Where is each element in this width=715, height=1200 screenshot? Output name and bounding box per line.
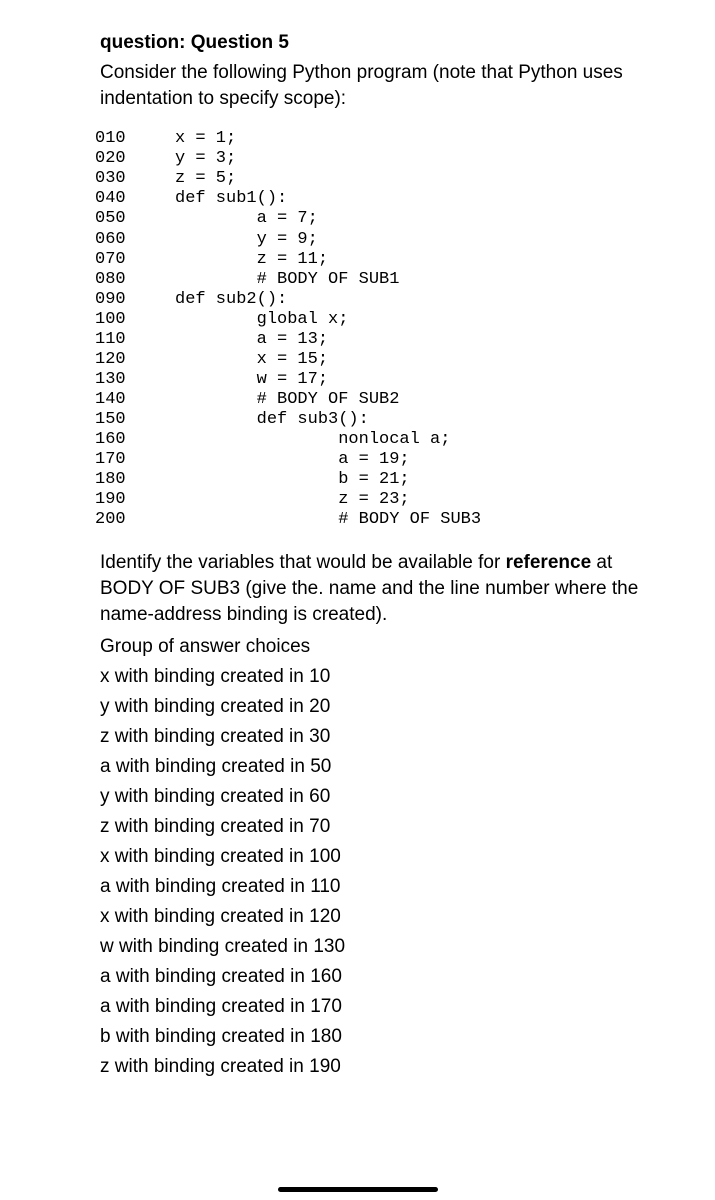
code-text: y = 9; [175,230,318,249]
code-text: # BODY OF SUB3 [175,510,481,529]
code-text: def sub3(): [175,410,369,429]
answer-choice[interactable]: z with binding created in 190 [100,1052,665,1082]
prompt-part-1: Identify the variables that would be ava… [100,552,506,573]
home-indicator [278,1187,438,1192]
code-line: 030z = 5; [95,169,665,189]
code-line: 110 a = 13; [95,330,665,350]
line-number: 020 [95,149,175,169]
choices-list: x with binding created in 10y with bindi… [100,662,665,1082]
code-line: 140 # BODY OF SUB2 [95,390,665,410]
code-line: 200 # BODY OF SUB3 [95,510,665,530]
line-number: 080 [95,270,175,290]
code-line: 100 global x; [95,310,665,330]
code-block: 010x = 1;020y = 3;030z = 5;040def sub1()… [95,129,665,530]
question-intro: Consider the following Python program (n… [100,60,665,111]
question-title: Question 5 [191,32,289,53]
answer-choice[interactable]: w with binding created in 130 [100,932,665,962]
choices-heading: Group of answer choices [100,633,665,662]
code-line: 090def sub2(): [95,290,665,310]
code-text: w = 17; [175,370,328,389]
question-prompt: Identify the variables that would be ava… [100,550,665,627]
code-text: # BODY OF SUB1 [175,270,399,289]
code-text: z = 5; [175,169,236,188]
code-line: 180 b = 21; [95,470,665,490]
line-number: 050 [95,209,175,229]
code-text: def sub1(): [175,189,287,208]
line-number: 030 [95,169,175,189]
line-number: 110 [95,330,175,350]
code-text: nonlocal a; [175,430,450,449]
question-label: question: [100,32,186,53]
answer-choice[interactable]: a with binding created in 160 [100,962,665,992]
code-line: 050 a = 7; [95,209,665,229]
answer-choice[interactable]: z with binding created in 30 [100,722,665,752]
code-text: y = 3; [175,149,236,168]
line-number: 160 [95,430,175,450]
code-line: 080 # BODY OF SUB1 [95,270,665,290]
line-number: 100 [95,310,175,330]
prompt-bold: reference [506,552,592,573]
line-number: 070 [95,250,175,270]
line-number: 090 [95,290,175,310]
line-number: 120 [95,350,175,370]
code-line: 070 z = 11; [95,250,665,270]
line-number: 130 [95,370,175,390]
code-text: def sub2(): [175,290,287,309]
answer-choice[interactable]: y with binding created in 20 [100,692,665,722]
answer-choice[interactable]: y with binding created in 60 [100,782,665,812]
code-line: 190 z = 23; [95,490,665,510]
code-line: 020y = 3; [95,149,665,169]
code-text: x = 1; [175,129,236,148]
line-number: 060 [95,230,175,250]
code-text: z = 11; [175,250,328,269]
line-number: 190 [95,490,175,510]
answer-choice[interactable]: z with binding created in 70 [100,812,665,842]
code-line: 150 def sub3(): [95,410,665,430]
line-number: 170 [95,450,175,470]
answer-choice[interactable]: b with binding created in 180 [100,1022,665,1052]
answer-choice[interactable]: x with binding created in 100 [100,842,665,872]
code-text: # BODY OF SUB2 [175,390,399,409]
line-number: 150 [95,410,175,430]
answer-choice[interactable]: a with binding created in 110 [100,872,665,902]
code-text: b = 21; [175,470,410,489]
answer-choice[interactable]: x with binding created in 10 [100,662,665,692]
question-header: question: Question 5 [100,32,665,54]
code-text: a = 13; [175,330,328,349]
code-text: global x; [175,310,348,329]
code-text: z = 23; [175,490,410,509]
code-line: 170 a = 19; [95,450,665,470]
line-number: 180 [95,470,175,490]
answer-choice[interactable]: a with binding created in 170 [100,992,665,1022]
line-number: 200 [95,510,175,530]
line-number: 040 [95,189,175,209]
code-line: 040def sub1(): [95,189,665,209]
answer-choice[interactable]: a with binding created in 50 [100,752,665,782]
code-line: 160 nonlocal a; [95,430,665,450]
code-line: 130 w = 17; [95,370,665,390]
code-line: 120 x = 15; [95,350,665,370]
code-text: x = 15; [175,350,328,369]
code-line: 010x = 1; [95,129,665,149]
code-text: a = 7; [175,209,318,228]
answer-choice[interactable]: x with binding created in 120 [100,902,665,932]
question-content: question: Question 5 Consider the follow… [0,32,715,1082]
code-text: a = 19; [175,450,410,469]
code-line: 060 y = 9; [95,230,665,250]
line-number: 010 [95,129,175,149]
line-number: 140 [95,390,175,410]
